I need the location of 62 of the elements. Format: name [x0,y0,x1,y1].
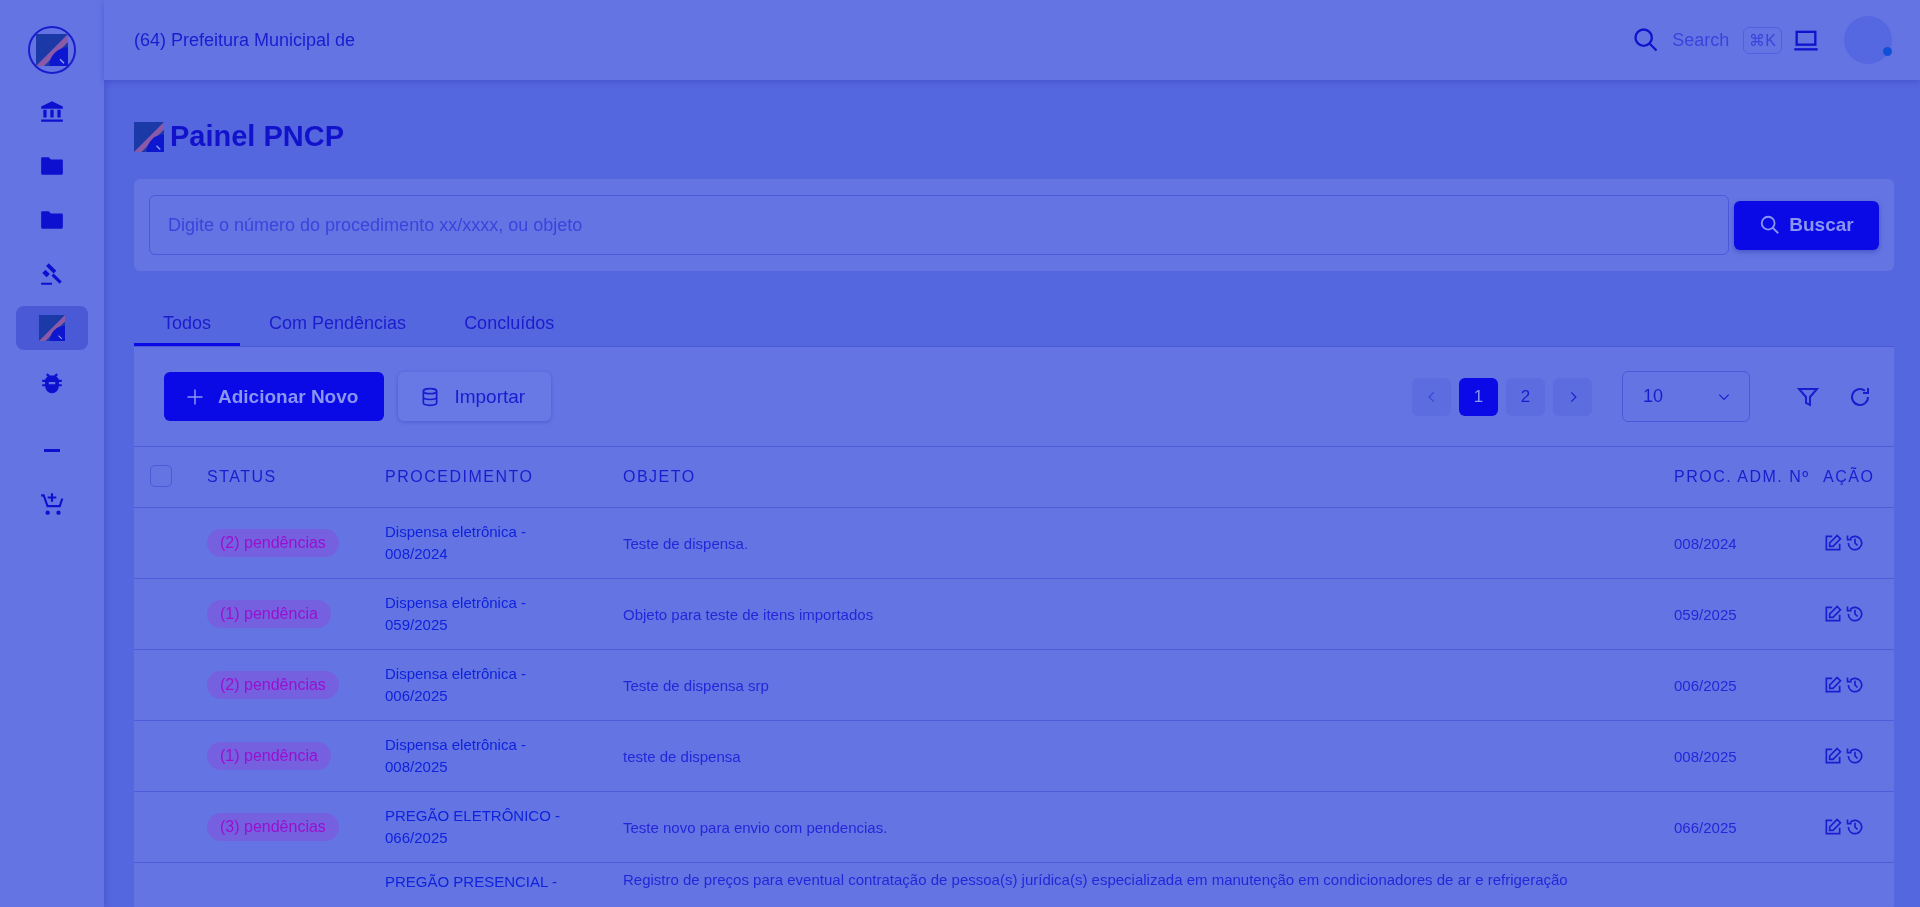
process-number-cell: 066/2025 [1674,818,1737,836]
sidebar-item[interactable] [16,306,88,350]
history-icon[interactable] [1845,817,1865,837]
history-icon[interactable] [1845,746,1865,766]
status-badge: (1) pendência [207,742,331,770]
edit-icon[interactable] [1823,746,1843,766]
edit-icon[interactable] [1823,604,1843,624]
page-button[interactable]: 2 [1506,377,1545,416]
organization-title: (64) Prefeitura Municipal de [134,29,357,51]
procedure-link[interactable]: Dispensa eletrônica - 059/2025 [385,592,585,636]
column-header: OBJETO [623,468,697,486]
gavel-icon [39,261,65,287]
page-title: Painel PNCP [170,120,345,153]
history-icon[interactable] [1845,533,1865,553]
procedure-link[interactable]: Dispensa eletrônica - 006/2025 [385,663,585,707]
object-cell-text: Registro de preços para eventual contratação de pessoa(s) jurídica(s) especializada em manutenção em condicionadores de ar e refrigeração [623,871,1569,888]
column-header: PROC. ADM. Nº [1674,468,1811,486]
cart-plus-icon [39,491,65,517]
process-number-cell: 008/2024 [1674,534,1737,552]
process-number-cell: 006/2025 [1674,676,1737,694]
procedure-link[interactable]: PREGÃO ELETRÔNICO - 066/2025 [385,805,585,849]
dash-icon [44,448,60,452]
add-button[interactable]: Adicionar Novo [164,372,385,421]
page-button[interactable]: 1 [1459,377,1498,416]
logo-icon [39,315,65,341]
import-button[interactable]: Importar [398,372,552,421]
app-logo[interactable] [28,26,76,74]
user-avatar[interactable] [1844,16,1892,64]
column-header: AÇÃO [1823,468,1876,486]
edit-icon[interactable] [1823,675,1843,695]
tab[interactable]: Com Pendências [240,303,436,346]
column-header: PROCEDIMENTO [385,468,535,486]
edit-icon[interactable] [1823,533,1843,553]
history-icon[interactable] [1845,675,1865,695]
search-button[interactable]: Buscar [1734,200,1879,250]
history-icon[interactable] [1845,604,1865,624]
status-badge: (3) pendências [207,813,339,841]
object-cell-text: teste de dispensa [623,747,742,765]
search-icon [1759,214,1782,236]
logo-icon [36,34,68,66]
edit-icon[interactable] [1823,817,1843,837]
status-badge: (2) pendências [207,529,339,557]
plus-icon [186,387,204,406]
object-cell-text: Teste de dispensa. [623,534,750,552]
tab[interactable]: Concluídos [435,303,584,346]
select-all-checkbox[interactable] [150,464,172,487]
database-icon [420,386,441,407]
object-cell-text: Teste novo para envio com pendencias. [623,818,889,836]
logo-icon [134,121,164,152]
object-cell-text: Objeto para teste de itens importados [623,605,875,623]
status-dot [1883,47,1892,56]
bank-icon [39,99,65,125]
process-number-cell: 059/2025 [1674,605,1737,623]
column-header: STATUS [207,468,278,486]
procedure-link[interactable]: PREGÃO PRESENCIAL - [385,871,585,893]
status-badge: (2) pendências [207,671,339,699]
procedure-link[interactable]: Dispensa eletrônica - 008/2024 [385,521,585,565]
object-cell-text: Teste de dispensa srp [623,676,770,694]
procedure-link[interactable]: Dispensa eletrônica - 008/2025 [385,734,585,778]
process-number-cell: 008/2025 [1674,747,1737,765]
status-badge: (1) pendência [207,600,331,628]
page-size-select[interactable]: 10 [1622,371,1750,422]
